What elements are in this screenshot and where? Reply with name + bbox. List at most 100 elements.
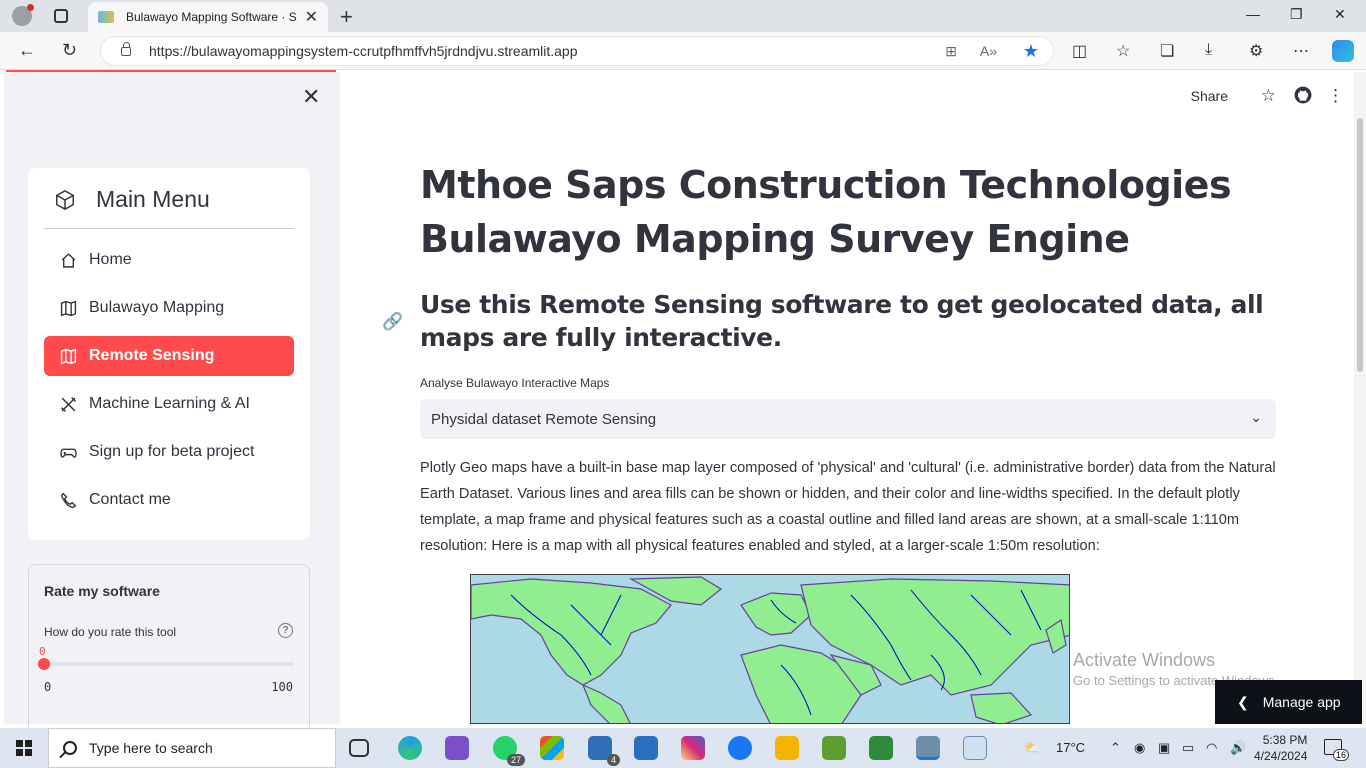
windows-taskbar: Type here to search 27 4 ⛅ 17°C ⌃ ◉ ▣ ▭ … xyxy=(0,728,1366,768)
address-toolbar: ← ↻ https://bulawayomappingsystem-ccrutp… xyxy=(0,32,1366,70)
read-aloud-icon[interactable]: A» xyxy=(980,43,997,59)
window-close-icon[interactable]: ✕ xyxy=(1334,6,1346,23)
restore-icon[interactable]: ❐ xyxy=(1290,6,1303,23)
kebab-menu-icon[interactable]: ⋮ xyxy=(1327,86,1344,106)
chevron-down-icon: ⌄ xyxy=(1250,409,1262,425)
store-icon[interactable] xyxy=(634,736,658,760)
house-icon xyxy=(60,252,77,269)
chevron-left-icon: ❮ xyxy=(1237,693,1249,710)
split-screen-icon[interactable]: ◫ xyxy=(1072,41,1087,61)
menu-divider xyxy=(44,228,294,229)
app-available-icon[interactable]: ⊞ xyxy=(945,43,957,60)
power-apps-icon[interactable] xyxy=(540,736,564,760)
profile-icon[interactable] xyxy=(12,4,34,26)
whatsapp-icon[interactable]: 27 xyxy=(493,736,525,766)
main-menu: Main Menu Home Bulawayo Mapping Remote S… xyxy=(28,168,310,540)
new-tab-icon[interactable]: + xyxy=(340,4,353,30)
app-icon[interactable] xyxy=(869,736,893,760)
minimize-icon[interactable]: — xyxy=(1246,6,1260,22)
notification-count: 16 xyxy=(1332,749,1349,761)
volume-icon[interactable]: 🔊 xyxy=(1230,740,1246,756)
app-icon[interactable] xyxy=(822,736,846,760)
camera-icon[interactable]: ▣ xyxy=(1158,740,1170,756)
main-content: Share ☆ ⋮ Mthoe Saps Construction Techno… xyxy=(340,72,1354,724)
downloads-icon[interactable]: ⤓ xyxy=(1205,41,1212,59)
close-sidebar-icon[interactable]: ✕ xyxy=(302,84,320,110)
instagram-icon[interactable] xyxy=(681,736,705,760)
github-icon[interactable] xyxy=(1294,86,1312,109)
favorite-star-icon[interactable]: ★ xyxy=(1023,41,1039,62)
browser-tab[interactable]: Bulawayo Mapping Software · St ✕ xyxy=(88,2,328,32)
tab-title: Bulawayo Mapping Software · St xyxy=(126,10,297,24)
sidebar-item-label: Bulawayo Mapping xyxy=(89,299,225,316)
lock-icon[interactable] xyxy=(121,41,131,56)
wifi-icon[interactable]: ◠ xyxy=(1206,740,1217,756)
more-icon[interactable]: ⋯ xyxy=(1293,41,1309,61)
sidebar-item-remote-sensing[interactable]: Remote Sensing xyxy=(44,336,294,376)
help-icon[interactable]: ? xyxy=(278,623,293,638)
copilot-icon[interactable] xyxy=(1332,40,1354,62)
taskbar-clock[interactable]: 5:38 PM 4/24/2024 xyxy=(1254,732,1307,764)
sidebar-item-machine-learning[interactable]: Machine Learning & AI xyxy=(44,384,294,424)
search-icon xyxy=(63,741,77,755)
share-button[interactable]: Share xyxy=(1191,88,1228,104)
physical-world-map[interactable] xyxy=(470,574,1070,724)
rating-card: Rate my software How do you rate this to… xyxy=(28,564,310,734)
star-icon[interactable]: ☆ xyxy=(1261,86,1276,106)
sidebar: ✕ Main Menu Home Bulawayo Mapping Remote… xyxy=(4,72,340,734)
scrollbar-thumb[interactable] xyxy=(1357,118,1363,372)
active-app-icon[interactable] xyxy=(916,736,940,760)
select-label: Analyse Bulawayo Interactive Maps xyxy=(420,376,610,390)
dataset-select[interactable]: Physidal dataset Remote Sensing ⌄ xyxy=(420,399,1276,439)
menu-title: Main Menu xyxy=(96,186,210,212)
close-tab-icon[interactable]: ✕ xyxy=(305,7,318,27)
slider-min: 0 xyxy=(44,680,52,694)
visual-studio-icon[interactable] xyxy=(445,736,469,760)
record-icon[interactable]: ◉ xyxy=(1134,740,1145,756)
extensions-icon[interactable]: ⚙ xyxy=(1249,41,1263,61)
manage-app-button[interactable]: ❮ Manage app xyxy=(1215,680,1362,724)
rating-label: How do you rate this tool xyxy=(44,625,177,639)
page-subtitle: Use this Remote Sensing software to get … xyxy=(420,290,1264,352)
sidebar-item-contact[interactable]: Contact me xyxy=(44,480,294,520)
world-map-graphic xyxy=(471,576,1069,723)
weather-icon[interactable]: ⛅ xyxy=(1024,740,1040,756)
windows-start-icon[interactable] xyxy=(16,740,32,756)
sidebar-item-label: Sign up for beta project xyxy=(89,443,255,460)
slider-thumb[interactable] xyxy=(38,658,50,670)
tab-actions-icon[interactable] xyxy=(54,9,68,23)
collections-icon[interactable]: ❏ xyxy=(1160,41,1174,61)
battery-icon[interactable]: ▭ xyxy=(1182,740,1194,756)
address-bar[interactable]: https://bulawayomappingsystem-ccrutpfhmf… xyxy=(100,36,1054,66)
facebook-icon[interactable] xyxy=(728,736,752,760)
taskbar-search[interactable]: Type here to search xyxy=(48,728,336,768)
back-icon[interactable]: ← xyxy=(18,40,36,61)
mail-icon[interactable]: 4 xyxy=(588,736,620,766)
sidebar-item-home[interactable]: Home xyxy=(44,240,294,280)
rating-slider[interactable] xyxy=(44,662,294,666)
show-hidden-icons[interactable]: ⌃ xyxy=(1110,740,1121,756)
europe-land xyxy=(740,592,812,636)
weather-temp[interactable]: 17°C xyxy=(1056,740,1085,755)
central-america-land xyxy=(581,683,631,723)
sidebar-item-label: Contact me xyxy=(89,491,171,508)
notification-icon[interactable]: 16 xyxy=(1324,739,1349,761)
sidebar-item-bulawayo-mapping[interactable]: Bulawayo Mapping xyxy=(44,288,294,328)
gamepad-icon xyxy=(60,444,77,461)
whatsapp-badge: 27 xyxy=(506,754,525,766)
link-anchor-icon[interactable]: 🔗 xyxy=(382,312,403,332)
edge-icon[interactable] xyxy=(398,736,422,760)
document-icon[interactable] xyxy=(963,736,987,760)
favorites-icon[interactable]: ☆ xyxy=(1116,41,1130,61)
task-view-icon[interactable] xyxy=(349,739,369,757)
file-explorer-icon[interactable] xyxy=(775,736,799,760)
africa-land xyxy=(740,644,862,723)
refresh-icon[interactable]: ↻ xyxy=(62,40,77,61)
page-scrollbar[interactable] xyxy=(1354,72,1366,724)
sidebar-item-sign-up[interactable]: Sign up for beta project xyxy=(44,432,294,472)
select-value: Physidal dataset Remote Sensing xyxy=(431,410,657,428)
southeast-asia-land xyxy=(970,692,1033,723)
menu-header: Main Menu xyxy=(54,186,210,213)
slider-current-value: 0 xyxy=(39,645,46,658)
manage-app-label: Manage app xyxy=(1262,694,1341,710)
